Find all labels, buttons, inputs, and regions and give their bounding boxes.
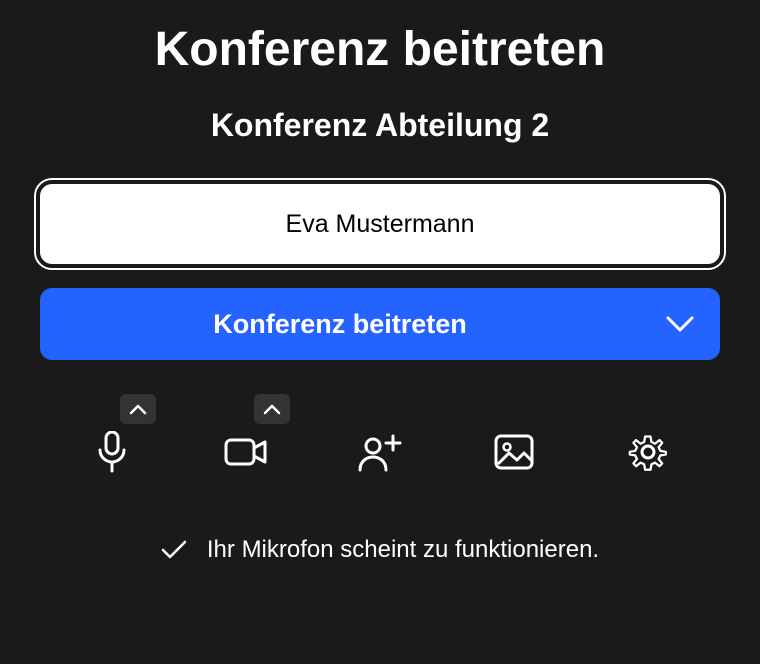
join-row: Konferenz beitreten xyxy=(40,288,720,360)
chevron-up-icon xyxy=(263,404,281,415)
page-title: Konferenz beitreten xyxy=(155,22,606,77)
join-button[interactable]: Konferenz beitreten xyxy=(40,288,640,360)
chevron-up-icon xyxy=(129,404,147,415)
name-input-wrap xyxy=(40,184,720,264)
microphone-icon xyxy=(95,431,129,473)
toolbar xyxy=(90,430,670,474)
camera-options[interactable] xyxy=(254,394,290,424)
name-input[interactable] xyxy=(40,184,720,264)
camera-icon xyxy=(224,436,268,468)
status-row: Ihr Mikrofon scheint zu funktionieren. xyxy=(161,536,599,564)
microphone-options[interactable] xyxy=(120,394,156,424)
invite-button[interactable] xyxy=(358,430,402,474)
camera-button[interactable] xyxy=(224,430,268,474)
conference-name: Konferenz Abteilung 2 xyxy=(211,107,549,144)
check-icon xyxy=(161,540,187,560)
settings-button[interactable] xyxy=(626,430,670,474)
gear-icon xyxy=(628,432,668,472)
join-options-dropdown[interactable] xyxy=(640,288,720,360)
background-button[interactable] xyxy=(492,430,536,474)
microphone-button[interactable] xyxy=(90,430,134,474)
chevron-down-icon xyxy=(665,315,695,333)
image-icon xyxy=(494,434,534,470)
person-add-icon xyxy=(358,432,402,472)
status-text: Ihr Mikrofon scheint zu funktionieren. xyxy=(207,536,599,564)
